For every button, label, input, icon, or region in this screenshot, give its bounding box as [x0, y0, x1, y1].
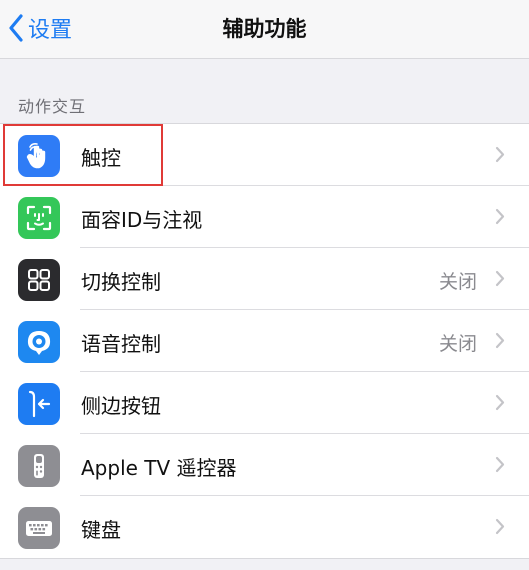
switch-control-row[interactable]: 切换控制 关闭 — [0, 248, 529, 310]
face-id-label: 面容ID与注视 — [81, 208, 203, 232]
apple-tv-remote-label: Apple TV 遥控器 — [81, 456, 237, 480]
settings-list: 触控 面容ID与注视 切换控制 关闭 语音控制 关闭 侧边按钮 Apple TV… — [0, 123, 529, 559]
chevron-right-icon — [495, 208, 505, 229]
voice-control-icon — [18, 321, 60, 363]
chevron-right-icon — [495, 332, 505, 353]
highlight-box — [3, 124, 163, 186]
switch-control-label: 切换控制 — [81, 270, 161, 294]
side-button-label: 侧边按钮 — [81, 394, 161, 418]
navigation-bar: 设置 辅助功能 — [0, 0, 529, 59]
chevron-right-icon — [495, 456, 505, 477]
keyboard-row[interactable]: 键盘 — [0, 496, 529, 558]
voice-control-row[interactable]: 语音控制 关闭 — [0, 310, 529, 372]
switch-control-icon — [18, 259, 60, 301]
side-button-row[interactable]: 侧边按钮 — [0, 372, 529, 434]
section-title: 动作交互 — [18, 97, 87, 116]
voice-control-label: 语音控制 — [81, 332, 161, 356]
chevron-right-icon — [495, 518, 505, 539]
keyboard-icon — [18, 507, 60, 549]
apple-tv-remote-row[interactable]: Apple TV 遥控器 — [0, 434, 529, 496]
tv-remote-icon — [18, 445, 60, 487]
face-id-icon — [18, 197, 60, 239]
keyboard-label: 键盘 — [81, 518, 121, 542]
page-title: 辅助功能 — [222, 17, 307, 41]
chevron-right-icon — [495, 394, 505, 415]
switch-control-value: 关闭 — [438, 271, 477, 293]
chevron-right-icon — [495, 146, 505, 167]
face-id-row[interactable]: 面容ID与注视 — [0, 186, 529, 248]
voice-control-value: 关闭 — [438, 333, 477, 355]
chevron-right-icon — [495, 270, 505, 291]
side-button-icon — [18, 383, 60, 425]
